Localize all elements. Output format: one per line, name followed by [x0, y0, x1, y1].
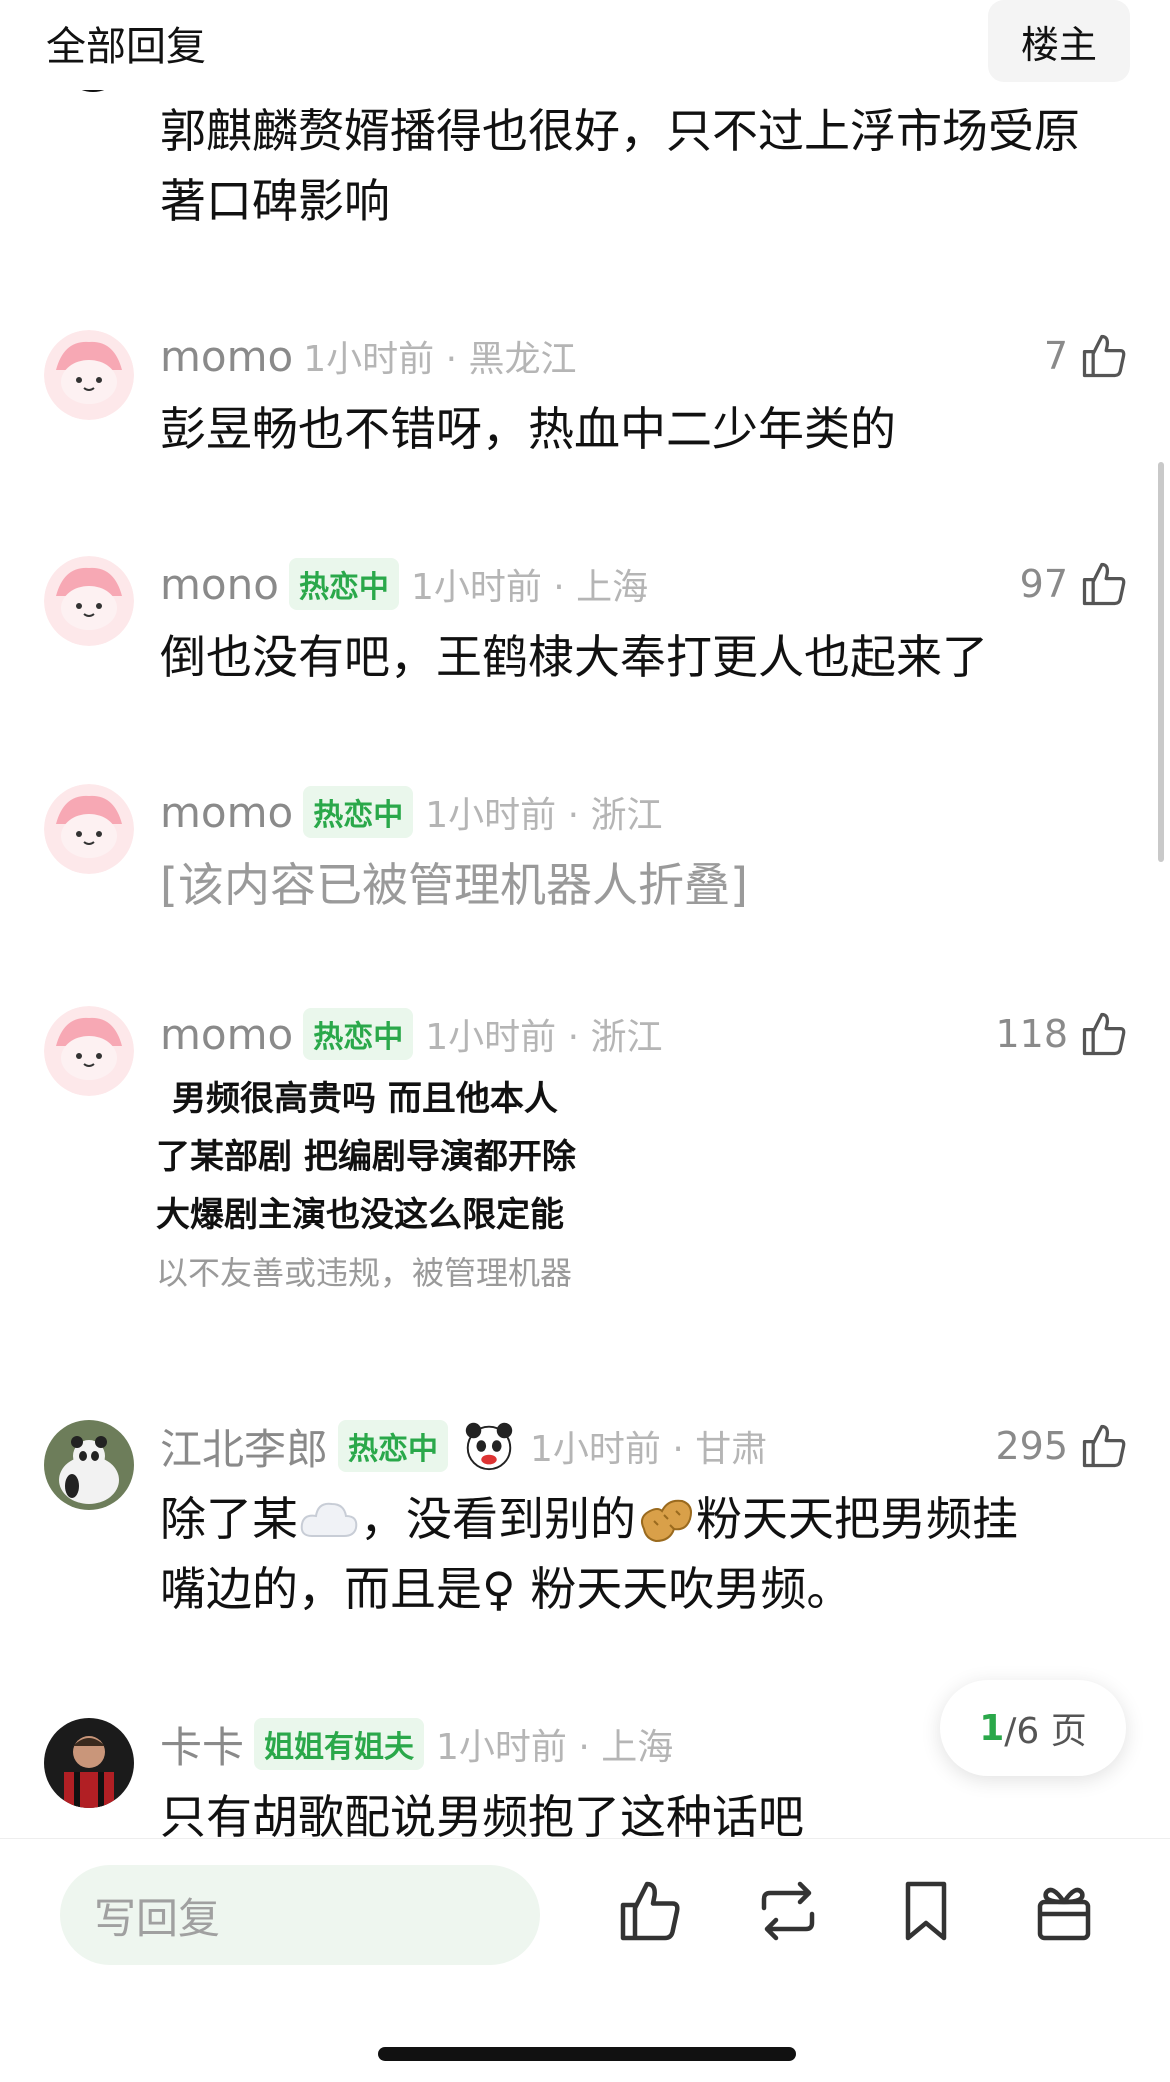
avatar[interactable]	[44, 1420, 134, 1510]
avatar[interactable]	[44, 330, 134, 420]
timestamp-location: 1小时前 · 浙江	[425, 1017, 663, 1058]
username[interactable]: mono	[160, 560, 279, 609]
like-button[interactable]	[614, 1875, 686, 1947]
reply-input[interactable]: 写回复	[60, 1865, 540, 1965]
thumb-up-icon	[1082, 1012, 1126, 1056]
like-count: 7	[1043, 334, 1068, 378]
comment-meta: momo 热恋中 1小时前 · 浙江	[160, 784, 662, 840]
owner-only-button[interactable]: 楼主	[988, 0, 1130, 82]
status-badge: 热恋中	[303, 1008, 414, 1060]
repost-icon	[761, 1881, 815, 1941]
comment-text-part: 粉天天把男频挂	[696, 1492, 1018, 1546]
status-badge: 热恋中	[288, 558, 399, 610]
timestamp-location: 1小时前 · 上海	[410, 567, 649, 608]
like-button[interactable]: 118	[995, 1004, 1130, 1064]
like-count: 118	[995, 1012, 1068, 1056]
image-text-line: 了某部剧 把编剧导演都开除	[156, 1137, 576, 1177]
comment-text: 除了某 ，没看到别的 粉天天把男频挂 嘴边的，而且是♀ 粉天天吹男频。	[160, 1484, 1100, 1624]
avatar[interactable]	[44, 1006, 134, 1096]
scrollbar[interactable]	[1158, 462, 1164, 862]
comment-meta: momo 1小时前 · 黑龙江	[160, 328, 576, 384]
username[interactable]: momo	[160, 788, 293, 837]
bookmark-icon	[905, 1881, 947, 1941]
status-badge: 热恋中	[303, 786, 414, 838]
status-badge: 热恋中	[338, 1420, 449, 1472]
comment-text: 彭昱畅也不错呀，热血中二少年类的	[160, 402, 896, 456]
thumb-up-icon	[1082, 334, 1126, 378]
like-button[interactable]: 97	[1020, 554, 1130, 614]
comment-meta: momo 热恋中 1小时前 · 浙江	[160, 1006, 662, 1062]
thumb-up-icon	[1082, 1424, 1126, 1468]
peanut-emoji-icon	[641, 1499, 692, 1543]
image-text-line: 以不友善或违规，被管理机器	[156, 1254, 573, 1292]
username[interactable]: 卡卡	[160, 1714, 244, 1775]
like-button[interactable]: 7	[1044, 326, 1130, 386]
comment-text-part: 除了某	[160, 1492, 298, 1546]
like-count: 295	[995, 1424, 1068, 1468]
total-pages: /6 页	[1004, 1711, 1087, 1752]
repost-button[interactable]	[752, 1875, 824, 1947]
gift-button[interactable]	[1028, 1875, 1100, 1947]
like-button[interactable]: 295	[995, 1416, 1130, 1476]
avatar[interactable]	[44, 784, 134, 874]
timestamp-location: 1小时前 · 甘肃	[530, 1429, 768, 1470]
thumb-up-icon	[620, 1881, 680, 1941]
comment-image[interactable]: 男频很高贵吗 而且他本人 了某部剧 把编剧导演都开除 大爆剧主演也没这么限定能 …	[156, 1070, 596, 1330]
panda-badge-icon	[465, 1422, 513, 1471]
header: 全部回复 楼主	[0, 0, 1170, 90]
status-badge: 姐姐有姐夫	[254, 1718, 425, 1770]
username[interactable]: momo	[160, 332, 293, 381]
timestamp-location: 1小时前 · 浙江	[425, 795, 663, 836]
gift-icon	[1037, 1887, 1091, 1941]
bookmark-button[interactable]	[890, 1875, 962, 1947]
username[interactable]: momo	[160, 1010, 293, 1059]
current-page: 1	[979, 1707, 1005, 1749]
comment-text-part: 嘴边的，而且是♀ 粉天天吹男频。	[160, 1562, 853, 1616]
username[interactable]: 江北李郎	[160, 1416, 328, 1477]
comment-text-part: ，没看到别的	[360, 1492, 636, 1546]
page-indicator[interactable]: 1 /6 页	[940, 1680, 1126, 1776]
timestamp-location: 1小时前 · 上海	[436, 1727, 674, 1768]
comment-text: 倒也没有吧，王鹤棣大奉打更人也起来了	[160, 630, 988, 684]
comment-meta: mono 热恋中 1小时前 · 上海	[160, 556, 648, 612]
bottom-action-bar: 写回复	[0, 1838, 1170, 2082]
comment-meta: 卡卡 姐姐有姐夫 1小时前 · 上海	[160, 1716, 673, 1772]
image-text-line: 大爆剧主演也没这么限定能	[156, 1195, 564, 1235]
thumb-up-icon	[1082, 562, 1126, 606]
timestamp-location: 1小时前 · 黑龙江	[303, 339, 577, 380]
like-count: 97	[1019, 562, 1068, 606]
image-text-line: 男频很高贵吗 而且他本人	[172, 1079, 558, 1119]
comment-text: 郭麒麟赘婿播得也很好，只不过上浮市场受原著口碑影响	[160, 104, 1080, 228]
cloud-emoji-icon	[300, 1502, 358, 1537]
avatar[interactable]	[44, 1718, 134, 1808]
home-indicator[interactable]	[378, 2047, 796, 2061]
folded-notice[interactable]: [该内容已被管理机器人折叠]	[160, 850, 1100, 920]
avatar[interactable]	[44, 556, 134, 646]
comment-meta: 江北李郎 热恋中 1小时前 · 甘肃	[160, 1418, 767, 1474]
page-title: 全部回复	[46, 24, 206, 70]
